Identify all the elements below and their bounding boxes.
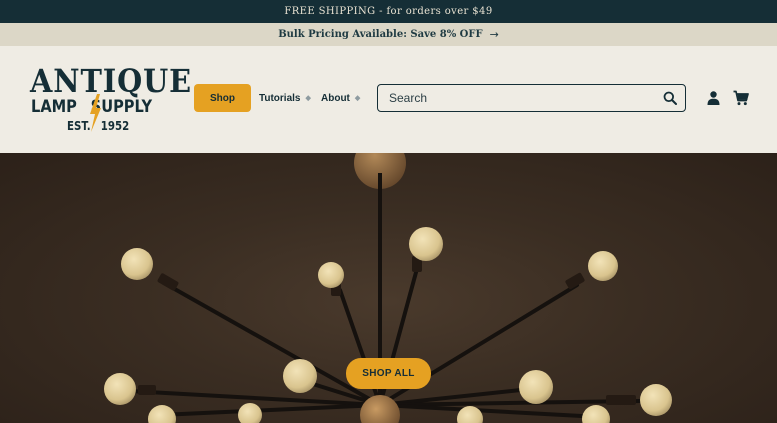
announcement-bar: FREE SHIPPING - for orders over $49 <box>0 0 777 23</box>
logo-line-3: EST. 1952 <box>67 119 130 133</box>
search-icon[interactable] <box>663 91 677 105</box>
site-logo[interactable]: ANTIQUE LAMP SUPPLY EST. 1952 <box>30 64 191 136</box>
cart-icon[interactable] <box>733 90 749 106</box>
nav-about[interactable]: About ◆ <box>321 84 360 112</box>
search-bar[interactable] <box>377 84 686 112</box>
promo-bar[interactable]: Bulk Pricing Available: Save 8% OFF → <box>0 23 777 46</box>
shop-all-button[interactable]: SHOP ALL <box>346 358 431 389</box>
nav-shop-button[interactable]: Shop <box>194 84 251 112</box>
hero-banner: SHOP ALL <box>0 153 777 423</box>
dropdown-diamond-icon: ◆ <box>354 95 361 102</box>
promo-text[interactable]: Bulk Pricing Available: Save 8% OFF <box>278 29 482 40</box>
search-input[interactable] <box>389 91 663 105</box>
nav-about-label[interactable]: About <box>321 93 350 104</box>
announcement-text: FREE SHIPPING - for orders over $49 <box>284 6 493 17</box>
site-header: ANTIQUE LAMP SUPPLY EST. 1952 Shop Tutoria… <box>0 46 777 153</box>
nav-tutorials[interactable]: Tutorials ◆ <box>259 84 311 112</box>
nav-tutorials-label[interactable]: Tutorials <box>259 93 300 104</box>
account-icon[interactable] <box>706 90 721 106</box>
arrow-right-icon[interactable]: → <box>490 28 499 41</box>
dropdown-diamond-icon: ◆ <box>305 95 311 102</box>
logo-line-1: ANTIQUE <box>30 62 193 100</box>
